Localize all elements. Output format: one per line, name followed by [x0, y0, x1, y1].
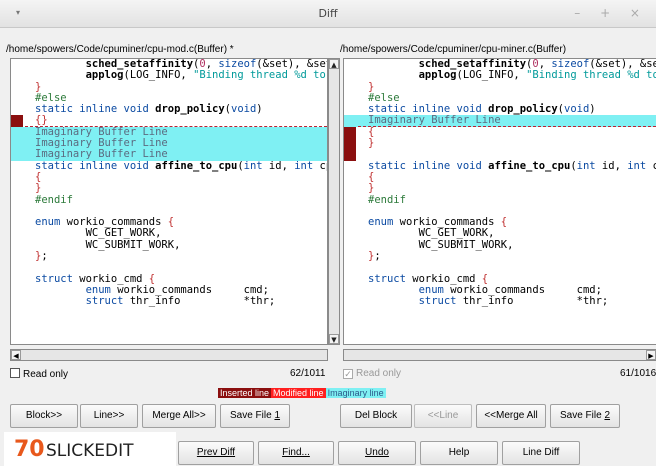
scroll-right-icon[interactable]: ▶ — [646, 350, 656, 360]
button-label: Find... — [282, 447, 310, 458]
code-line: #endif — [35, 193, 73, 206]
code-line: }; — [368, 250, 381, 263]
window-controls[interactable]: – + × — [574, 6, 648, 20]
code-line: WC_SUBMIT_WORK, — [35, 238, 181, 251]
line-forward-button[interactable]: Line>> — [80, 404, 138, 428]
block-forward-button[interactable]: Block>> — [10, 404, 78, 428]
prev-diff-button[interactable]: Prev Diff — [178, 441, 254, 465]
logo-number: 70 — [14, 437, 45, 462]
scroll-left-icon[interactable]: ◀ — [11, 350, 21, 360]
imaginary-line: Imaginary Buffer Line — [344, 115, 656, 128]
left-horizontal-scrollbar[interactable]: ◀ — [10, 349, 328, 361]
legend-imaginary: Imaginary line — [325, 388, 386, 398]
left-line-status: 62/1011 — [290, 368, 326, 379]
read-only-checkbox[interactable] — [10, 368, 20, 378]
left-editor[interactable]: sched_setaffinity(0, sizeof(&set), &set)… — [10, 58, 328, 345]
button-accelerator: 1 — [274, 410, 281, 421]
slickedit-logo: 70 SLICKEDIT — [4, 432, 176, 466]
left-read-only[interactable]: Read only — [10, 368, 68, 380]
scroll-up-icon[interactable]: ▲ — [329, 59, 339, 69]
code-line: struct thr_info *thr; — [418, 295, 609, 308]
code-line: static inline void affine_to_cpu(int id,… — [368, 159, 656, 172]
left-file-path: /home/spowers/Code/cpuminer/cpu-mod.c(Bu… — [6, 44, 234, 55]
diff-legend: Inserted line Modified line Imaginary line — [218, 387, 386, 399]
del-block-button[interactable]: Del Block — [340, 404, 412, 428]
legend-modified: Modified line — [271, 388, 326, 398]
right-horizontal-scrollbar[interactable]: ▶ — [343, 349, 656, 361]
left-vertical-scrollbar[interactable]: ▲ ▼ — [328, 58, 340, 345]
right-editor[interactable]: sched_setaffinity(0, sizeof(&set), &set)… — [343, 58, 656, 345]
title-bar: ▾ Diff – + × — [0, 0, 656, 28]
button-accelerator: 2 — [604, 410, 611, 421]
code-line: static inline void affine_to_cpu(int id,… — [35, 159, 327, 172]
button-label: Undo — [365, 447, 389, 458]
merge-all-back-button[interactable]: <<Merge All — [476, 404, 546, 428]
code-line: { — [368, 170, 375, 183]
code-line: static inline void drop_policy(void) — [35, 103, 263, 116]
read-only-checkbox-checked: ✓ — [343, 369, 353, 379]
line-diff-button[interactable]: Line Diff — [502, 441, 580, 465]
code-line-inserted: { — [344, 126, 656, 139]
read-only-label: Read only — [23, 369, 69, 380]
button-label: Save File — [229, 410, 275, 421]
right-file-path: /home/spowers/Code/cpuminer/cpu-miner.c(… — [340, 44, 567, 55]
button-label: Prev Diff — [196, 447, 236, 458]
help-button[interactable]: Help — [420, 441, 498, 465]
right-read-only: ✓ Read only — [343, 368, 401, 379]
code-line: applog(LOG_INFO, "Binding thread %d to c… — [85, 69, 326, 82]
code-line: WC_SUBMIT_WORK, — [368, 238, 514, 251]
legend-inserted: Inserted line — [218, 388, 272, 398]
window-title: Diff — [318, 7, 338, 20]
code-line: { — [35, 170, 42, 183]
read-only-label: Read only — [356, 368, 402, 379]
code-line: #endif — [368, 193, 406, 206]
logo-name: SLICKEDIT — [46, 441, 134, 461]
code-line: applog(LOG_INFO, "Binding thread %d to c… — [418, 69, 656, 82]
code-line: }; — [35, 250, 48, 263]
button-label: Save File — [559, 410, 605, 421]
line-back-button[interactable]: <<Line — [414, 404, 472, 428]
undo-button[interactable]: Undo — [338, 441, 416, 465]
right-line-status: 61/1016 — [620, 368, 656, 379]
save-file-1-button[interactable]: Save File 1 — [220, 404, 290, 428]
find-button[interactable]: Find... — [258, 441, 334, 465]
save-file-2-button[interactable]: Save File 2 — [550, 404, 620, 428]
code-line-inserted: } — [344, 137, 656, 150]
merge-all-forward-button[interactable]: Merge All>> — [142, 404, 216, 428]
code-line: struct thr_info *thr; — [85, 295, 276, 308]
scroll-down-icon[interactable]: ▼ — [329, 334, 339, 344]
